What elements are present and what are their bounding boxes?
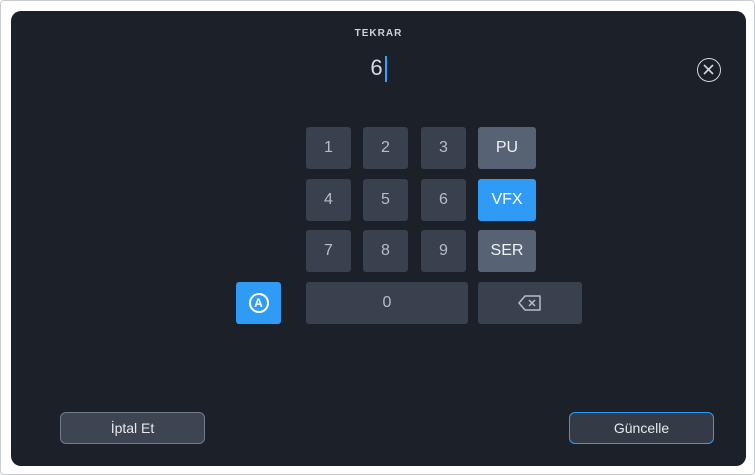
option-pu-button[interactable]: PU [478, 127, 536, 169]
key-4[interactable]: 4 [306, 179, 351, 221]
value-display[interactable]: 6 [11, 51, 746, 85]
option-ser-button[interactable]: SER [478, 230, 536, 272]
key-2[interactable]: 2 [363, 127, 408, 169]
option-vfx-button[interactable]: VFX [478, 179, 536, 221]
keypad-screen: TEKRAR 6 1 2 3 4 5 6 7 8 9 PU VFX SER A [11, 11, 746, 466]
value-text: 6 [370, 55, 383, 80]
key-5[interactable]: 5 [363, 179, 408, 221]
key-1[interactable]: 1 [306, 127, 351, 169]
device-frame: TEKRAR 6 1 2 3 4 5 6 7 8 9 PU VFX SER A [0, 0, 755, 475]
auto-circle-icon: A [248, 293, 269, 313]
key-0[interactable]: 0 [306, 282, 468, 324]
auto-button[interactable]: A [236, 282, 281, 324]
backspace-icon [518, 295, 541, 311]
backspace-button[interactable] [478, 282, 582, 324]
text-cursor [384, 56, 387, 83]
cancel-button[interactable]: İptal Et [60, 412, 205, 444]
field-title: TEKRAR [354, 28, 403, 39]
key-7[interactable]: 7 [306, 230, 351, 272]
auto-label: A [254, 296, 263, 310]
key-3[interactable]: 3 [421, 127, 466, 169]
close-icon [703, 64, 714, 75]
update-button[interactable]: Güncelle [569, 412, 714, 444]
close-button[interactable] [697, 58, 721, 82]
key-8[interactable]: 8 [363, 230, 408, 272]
key-9[interactable]: 9 [421, 230, 466, 272]
key-6[interactable]: 6 [421, 179, 466, 221]
